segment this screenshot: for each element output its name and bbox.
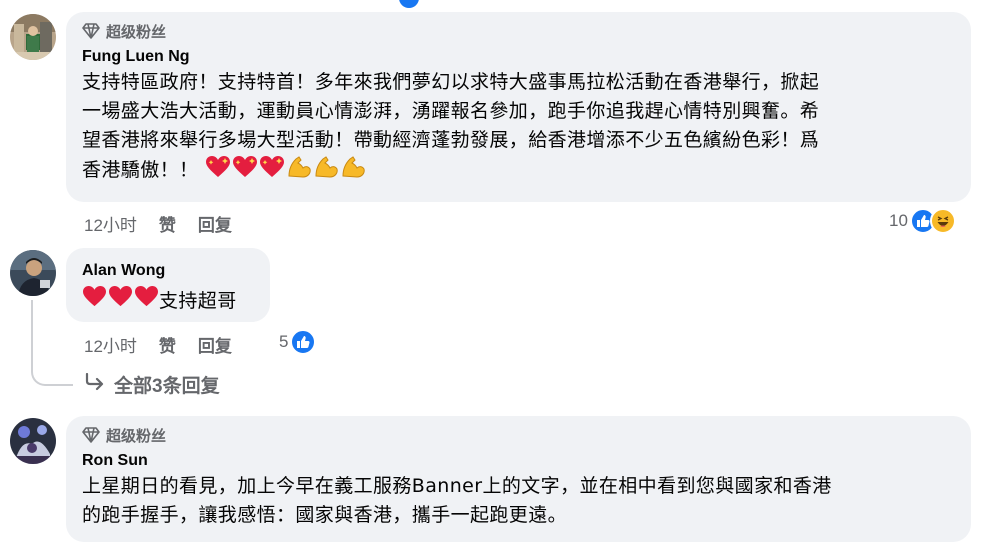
top-reaction-dot	[399, 0, 419, 8]
comment-timestamp[interactable]: 12小时	[84, 211, 137, 236]
red-heart-icon	[134, 285, 159, 317]
thumbs-up-icon	[290, 329, 317, 355]
comment-line: 一場盛大浩大活動，運動員心情澎湃，湧躍報名參加，跑手你追我趕心情特別興奮。希	[82, 100, 820, 122]
comment-text: 支持超哥	[82, 285, 254, 317]
comment-timestamp[interactable]: 12小时	[84, 332, 137, 357]
comment-text: 上星期日的看見，加上今早在義工服務Banner上的文字，並在相中看到您與國家和香…	[82, 472, 955, 530]
reaction-count: 5	[279, 332, 289, 351]
emoji-group	[82, 285, 159, 317]
reply-button[interactable]: 回复	[198, 211, 232, 236]
comment-line: 香港驕傲！！	[82, 159, 199, 181]
comment-actions: 12小时 赞 回复	[84, 332, 232, 357]
flexed-biceps-icon	[340, 155, 366, 188]
badge-label: 超级粉丝	[106, 427, 167, 445]
comment-line: 的跑手握手，讓我感悟：國家與香港，攜手一起跑更遠。	[82, 504, 568, 526]
reaction-count: 10	[889, 211, 908, 230]
like-button[interactable]: 赞	[159, 211, 176, 236]
avatar[interactable]	[10, 14, 56, 60]
comment-line: 望香港將來舉行多場大型活動！帶動經濟蓬勃發展，給香港增添不少五色繽紛色彩！爲	[82, 129, 820, 151]
red-heart-icon	[108, 285, 133, 317]
comment-author[interactable]: Fung Luen Ng	[82, 46, 955, 68]
reply-arrow-icon	[84, 372, 104, 397]
red-heart-icon	[82, 285, 107, 317]
like-button[interactable]: 赞	[159, 332, 176, 357]
comment-line: 支持超哥	[159, 289, 237, 312]
comment-text: 支持特區政府！支持特首！多年來我們夢幻以求特大盛事馬拉松活動在香港舉行，掀起 一…	[82, 68, 955, 188]
comment-author[interactable]: Ron Sun	[82, 450, 955, 472]
reaction-summary[interactable]: 5	[279, 329, 317, 355]
sparkling-heart-icon	[259, 155, 285, 188]
badge-label: 超级粉丝	[106, 23, 167, 41]
top-fan-badge: 超级粉丝	[82, 424, 955, 446]
comment-bubble: Alan Wong 支持超哥	[66, 248, 270, 322]
diamond-icon	[82, 23, 100, 39]
reaction-summary[interactable]: 10	[889, 208, 956, 234]
comment-bubble: 超级粉丝 Fung Luen Ng 支持特區政府！支持特首！多年來我們夢幻以求特…	[66, 12, 971, 202]
reply-button[interactable]: 回复	[198, 332, 232, 357]
sparkling-heart-icon	[205, 155, 231, 188]
flexed-biceps-icon	[313, 155, 339, 188]
comment-bubble: 超级粉丝 Ron Sun 上星期日的看見，加上今早在義工服務Banner上的文字…	[66, 416, 971, 542]
view-replies-link[interactable]: 全部3条回复	[84, 371, 220, 398]
emoji-group	[205, 155, 366, 188]
diamond-icon	[82, 427, 100, 443]
comment-line: 支持特區政府！支持特首！多年來我們夢幻以求特大盛事馬拉松活動在香港舉行，掀起	[82, 71, 820, 93]
avatar[interactable]	[10, 250, 56, 296]
flexed-biceps-icon	[286, 155, 312, 188]
comment-line: 上星期日的看見，加上今早在義工服務Banner上的文字，並在相中看到您與國家和香…	[82, 475, 832, 497]
haha-icon	[929, 208, 956, 234]
comment-author[interactable]: Alan Wong	[82, 260, 254, 282]
comment-actions: 12小时 赞 回复	[84, 211, 232, 236]
sparkling-heart-icon	[232, 155, 258, 188]
avatar[interactable]	[10, 418, 56, 464]
thread-connector	[31, 300, 73, 386]
view-replies-label: 全部3条回复	[114, 376, 220, 397]
top-fan-badge: 超级粉丝	[82, 20, 955, 42]
